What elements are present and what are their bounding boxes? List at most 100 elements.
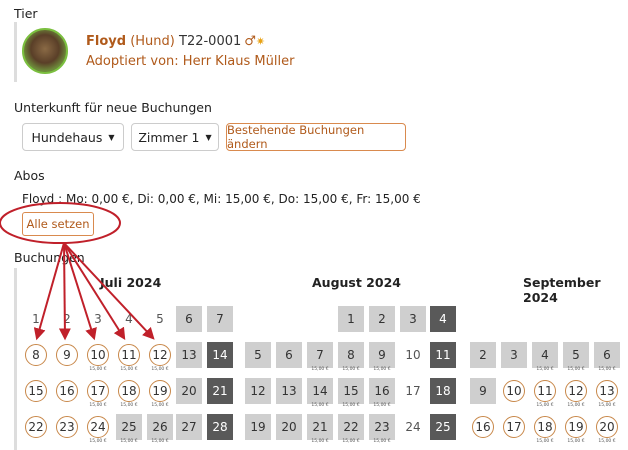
calendar-day[interactable]: 6 15,00 € (594, 342, 620, 372)
day-price: 15,00 € (120, 439, 138, 444)
calendar-day[interactable]: 19 15,00 € (563, 414, 589, 444)
calendar-day[interactable]: 12 15,00 € (147, 342, 173, 372)
calendar-day[interactable]: 23 (54, 414, 80, 440)
calendar-day[interactable]: 7 (207, 306, 233, 332)
calendar-day[interactable]: 9 (54, 342, 80, 368)
day-number: 26 (152, 420, 168, 434)
calendar-day[interactable]: 3 (400, 306, 426, 332)
calendar-day[interactable]: 5 (245, 342, 271, 368)
calendar-day[interactable]: 26 15,00 € (147, 414, 173, 444)
pet-name-link[interactable]: Floyd (86, 34, 126, 49)
calendar-day[interactable]: 17 (400, 378, 426, 404)
calendar-day[interactable]: 12 (245, 378, 271, 404)
house-dropdown[interactable]: Hundehaus ▼ (22, 123, 124, 151)
calendar-day[interactable]: 13 15,00 € (594, 378, 620, 408)
calendar-day[interactable]: 12 15,00 € (563, 378, 589, 408)
calendar-day[interactable]: 10 (400, 342, 426, 368)
day-number: 10 (90, 348, 106, 362)
room-dropdown-label: Zimmer 1 (138, 129, 200, 145)
calendar-day[interactable]: 13 (176, 342, 202, 368)
day-price: 15,00 € (536, 403, 554, 408)
calendar-day[interactable]: 18 15,00 € (116, 378, 142, 408)
calendar-day[interactable]: 1 (23, 306, 49, 332)
calendar-day[interactable]: 16 15,00 € (369, 378, 395, 408)
day-number: 1 (347, 312, 355, 326)
day-price: 15,00 € (373, 403, 391, 408)
calendar-day[interactable]: 25 15,00 € (116, 414, 142, 444)
calendar-day[interactable]: 10 15,00 € (85, 342, 111, 372)
adopter-link[interactable]: Adoptiert von: Herr Klaus Müller (86, 54, 294, 69)
calendar-day[interactable]: 15 (23, 378, 49, 404)
day-number: 24 (405, 420, 421, 434)
day-number: 19 (568, 420, 584, 434)
calendar-day[interactable]: 5 15,00 € (563, 342, 589, 372)
calendar-day[interactable]: 24 15,00 € (85, 414, 111, 444)
calendar-day[interactable]: 3 (85, 306, 111, 332)
calendar-day[interactable]: 10 (501, 378, 527, 404)
calendar-day[interactable]: 24 (400, 414, 426, 440)
day-number: 4 (125, 312, 133, 326)
calendar-day[interactable]: 13 (276, 378, 302, 404)
calendar-day[interactable]: 4 (430, 306, 456, 332)
calendar-day[interactable]: 3 (501, 342, 527, 368)
pet-type: (Hund) (130, 34, 175, 49)
calendar-day[interactable]: 5 (147, 306, 173, 332)
calendar-day[interactable]: 16 (54, 378, 80, 404)
calendar-day[interactable]: 18 15,00 € (532, 414, 558, 444)
calendar-day[interactable]: 28 (207, 414, 233, 440)
calendar-day[interactable]: 9 15,00 € (369, 342, 395, 372)
calendar-day[interactable]: 2 (54, 306, 80, 332)
calendar-day[interactable]: 20 (276, 414, 302, 440)
calendar-day[interactable]: 1 (338, 306, 364, 332)
day-number: 6 (603, 348, 611, 362)
calendar-day[interactable]: 2 (369, 306, 395, 332)
calendar-day[interactable]: 19 15,00 € (147, 378, 173, 408)
calendar-day[interactable]: 17 15,00 € (85, 378, 111, 408)
calendar-day[interactable]: 8 (23, 342, 49, 368)
calendar-day[interactable]: 27 (176, 414, 202, 440)
day-number: 2 (378, 312, 386, 326)
set-all-button[interactable]: Alle setzen (22, 212, 94, 236)
calendar-day[interactable]: 21 15,00 € (307, 414, 333, 444)
calendar-day[interactable]: 17 (501, 414, 527, 440)
section-label-buchungen: Buchungen (14, 250, 85, 265)
day-price: 15,00 € (342, 439, 360, 444)
day-number: 15 (28, 384, 44, 398)
calendar-day[interactable]: 9 (470, 378, 496, 404)
calendar-day[interactable]: 11 (430, 342, 456, 368)
calendar-day[interactable]: 4 15,00 € (532, 342, 558, 372)
calendar-day[interactable]: 11 15,00 € (116, 342, 142, 372)
day-number: 5 (156, 312, 164, 326)
calendar-day[interactable]: 14 15,00 € (307, 378, 333, 408)
calendar-day[interactable]: 8 15,00 € (338, 342, 364, 372)
calendar-day[interactable]: 6 (276, 342, 302, 368)
calendar-day[interactable]: 22 15,00 € (338, 414, 364, 444)
calendar-day[interactable]: 11 15,00 € (532, 378, 558, 408)
day-number: 21 (212, 384, 228, 398)
calendar-day[interactable]: 19 (245, 414, 271, 440)
calendar-day[interactable]: 14 (207, 342, 233, 368)
change-bookings-button[interactable]: Bestehende Buchungen ändern (226, 123, 406, 151)
calendar-day[interactable]: 4 (116, 306, 142, 332)
calendar-day[interactable]: 16 (470, 414, 496, 440)
room-dropdown[interactable]: Zimmer 1 ▼ (131, 123, 219, 151)
day-number: 20 (181, 384, 197, 398)
day-price: 15,00 € (373, 439, 391, 444)
calendar-day[interactable]: 6 (176, 306, 202, 332)
calendar-day[interactable]: 20 (176, 378, 202, 404)
pet-id: T22-0001 (179, 34, 242, 49)
calendar-day[interactable]: 21 (207, 378, 233, 404)
day-number: 6 (185, 312, 193, 326)
month-title-september: September 2024 (523, 275, 601, 305)
calendar-day[interactable]: 18 (430, 378, 456, 404)
day-price: 15,00 € (598, 403, 616, 408)
calendar-day[interactable]: 22 (23, 414, 49, 440)
calendar-day[interactable]: 23 15,00 € (369, 414, 395, 444)
caret-down-icon: ▼ (205, 132, 212, 142)
calendar-day[interactable]: 15 15,00 € (338, 378, 364, 408)
calendar-day[interactable]: 2 (470, 342, 496, 368)
day-number: 2 (479, 348, 487, 362)
calendar-day[interactable]: 25 (430, 414, 456, 440)
calendar-day[interactable]: 7 15,00 € (307, 342, 333, 372)
calendar-day[interactable]: 20 15,00 € (594, 414, 620, 444)
